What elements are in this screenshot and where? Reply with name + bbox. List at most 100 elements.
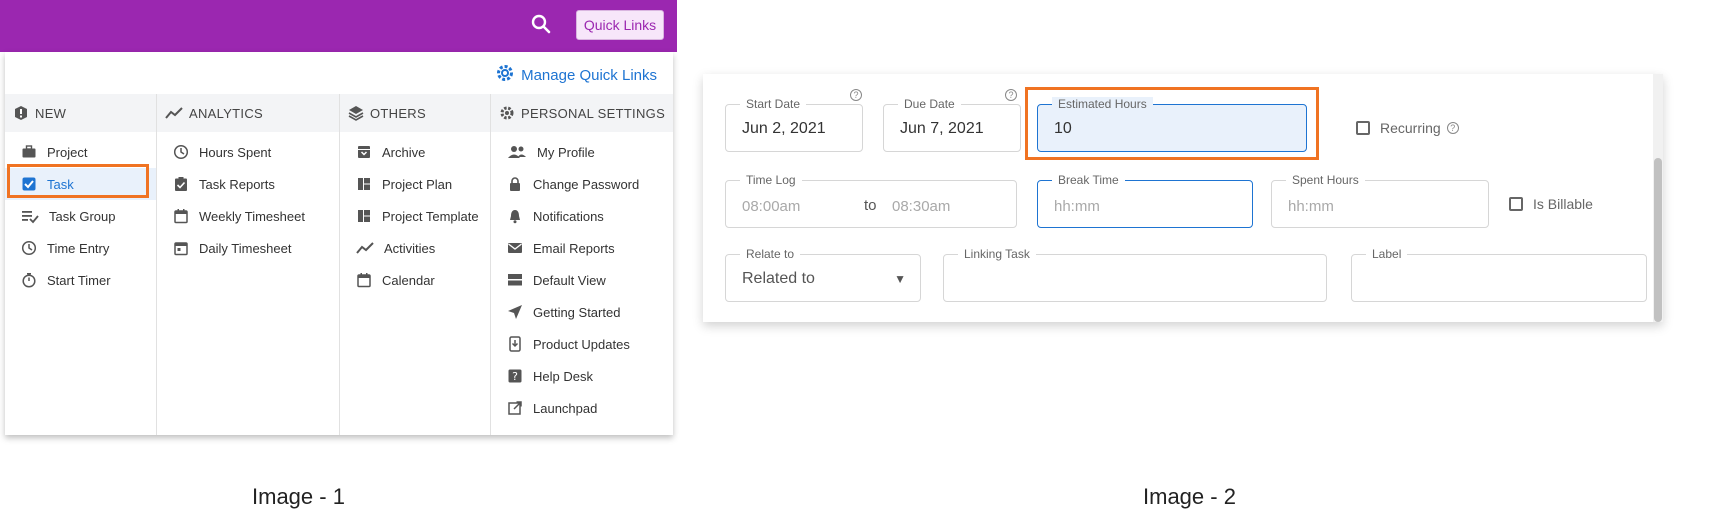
calendar-icon [174,209,188,224]
is-billable-label: Is Billable [1533,196,1593,212]
calendar-day-icon [174,242,188,256]
category-new: NEW [5,94,156,132]
menu-item-archive[interactable]: Archive [340,136,490,168]
time-log-label: Time Log [740,173,802,187]
menu-item-label: Getting Started [533,304,621,320]
label-field[interactable]: Label [1351,247,1647,302]
column-others: OTHERS Archive Project Plan Project Temp… [340,94,491,435]
break-time-placeholder: hh:mm [1054,198,1100,215]
menu-item-task-group[interactable]: Task Group [5,200,156,232]
quick-links-panel: Manage Quick Links NEW Project Task Task… [5,52,673,435]
menu-item-activities[interactable]: Activities [340,232,490,264]
category-others-label: OTHERS [370,105,426,121]
category-personal-settings: PERSONAL SETTINGS [491,94,673,132]
column-new: NEW Project Task Task Group Time Entry S… [5,94,157,435]
time-log-to-label: to [864,197,877,214]
menu-item-email-reports[interactable]: Email Reports [491,232,673,264]
menu-item-time-entry[interactable]: Time Entry [5,232,156,264]
due-date-help-icon[interactable]: ? [1005,89,1017,101]
category-analytics: ANALYTICS [157,94,339,132]
time-log-from: 08:00am [742,198,801,215]
menu-item-label: Archive [382,144,426,160]
clock-icon [21,240,37,256]
quick-links-screenshot: Quick Links Manage Quick Links NEW Proje… [0,0,677,440]
menu-item-my-profile[interactable]: My Profile [491,136,673,168]
trend-icon [165,107,183,119]
chevron-down-icon[interactable]: ▼ [894,272,906,286]
estimated-hours-value: 10 [1054,120,1072,137]
menu-item-change-password[interactable]: Change Password [491,168,673,200]
trend-icon [356,242,374,254]
quick-links-button[interactable]: Quick Links [576,10,664,40]
time-log-field[interactable]: Time Log 08:00am to 08:30am [725,173,1017,228]
menu-item-label: Weekly Timesheet [199,208,305,224]
clock-icon [173,144,189,160]
gear-icon [495,63,515,87]
menu-item-label: Email Reports [533,240,615,256]
menu-item-label: Time Entry [47,240,110,256]
manage-quick-links-link[interactable]: Manage Quick Links [495,63,657,87]
search-icon[interactable] [527,10,555,38]
menu-item-label: Activities [384,240,436,256]
menu-item-start-timer[interactable]: Start Timer [5,264,156,296]
clipboard-check-icon [175,177,187,191]
start-date-field[interactable]: Start Date Jun 2, 2021 [725,97,863,152]
break-time-field[interactable]: Break Time hh:mm [1037,173,1253,228]
menu-item-label: Notifications [533,208,604,224]
menu-item-default-view[interactable]: Default View [491,264,673,296]
menu-item-help-desk[interactable]: ? Help Desk [491,360,673,392]
menu-item-calendar[interactable]: Calendar [340,264,490,296]
menu-item-project-plan[interactable]: Project Plan [340,168,490,200]
due-date-value: Jun 7, 2021 [900,120,984,137]
menu-item-notifications[interactable]: Notifications [491,200,673,232]
linking-task-field[interactable]: Linking Task [943,247,1327,302]
calendar-icon [357,273,371,288]
recurring-checkbox-box[interactable] [1356,121,1370,135]
send-icon [508,305,522,319]
grid-icon [358,210,370,222]
relate-to-select[interactable]: Relate to Related to ▼ [725,247,921,302]
spent-hours-field[interactable]: Spent Hours hh:mm [1271,173,1489,228]
menu-item-label: Calendar [382,272,435,288]
label-field-label: Label [1366,247,1408,261]
category-analytics-label: ANALYTICS [189,105,263,121]
start-date-help-icon[interactable]: ? [850,89,862,101]
menu-item-label: Change Password [533,176,640,192]
due-date-field[interactable]: Due Date Jun 7, 2021 [883,97,1021,152]
time-log-to: 08:30am [892,198,951,215]
mail-icon [508,243,522,253]
top-app-bar: Quick Links [0,0,677,52]
start-date-label: Start Date [740,97,807,111]
menu-item-label: Hours Spent [199,144,272,160]
scrollbar-thumb[interactable] [1654,158,1662,322]
is-billable-checkbox-box[interactable] [1509,197,1523,211]
recurring-help-icon[interactable]: ? [1446,122,1459,134]
category-personal-settings-label: PERSONAL SETTINGS [521,105,666,121]
caption-image-2: Image - 2 [1143,484,1236,509]
task-form-screenshot: Start Date Jun 2, 2021 ? Due Date Jun 7,… [703,74,1668,322]
is-billable-checkbox[interactable]: Is Billable [1509,196,1593,212]
menu-item-daily-timesheet[interactable]: Daily Timesheet [157,232,339,264]
menu-item-project-template[interactable]: Project Template [340,200,490,232]
help-icon: ? [508,369,522,383]
menu-item-label: Help Desk [533,368,593,384]
spent-hours-placeholder: hh:mm [1288,198,1334,215]
menu-item-weekly-timesheet[interactable]: Weekly Timesheet [157,200,339,232]
menu-item-hours-spent[interactable]: Hours Spent [157,136,339,168]
briefcase-icon [22,145,36,158]
menu-item-task-reports[interactable]: Task Reports [157,168,339,200]
svg-text:?: ? [512,370,518,383]
menu-item-getting-started[interactable]: Getting Started [491,296,673,328]
estimated-hours-field[interactable]: Estimated Hours 10 [1037,97,1307,152]
menu-item-launchpad[interactable]: Launchpad [491,392,673,424]
recurring-checkbox[interactable]: Recurring ? [1356,120,1459,136]
menu-item-task[interactable]: Task [5,168,156,200]
relate-to-label: Relate to [740,247,801,261]
category-new-label: NEW [35,105,67,121]
menu-item-label: Daily Timesheet [199,240,292,256]
start-date-value: Jun 2, 2021 [742,120,826,137]
recurring-label: Recurring [1380,120,1441,136]
menu-item-product-updates[interactable]: Product Updates [491,328,673,360]
menu-item-label: Task [47,176,74,192]
menu-item-project[interactable]: Project [5,136,156,168]
